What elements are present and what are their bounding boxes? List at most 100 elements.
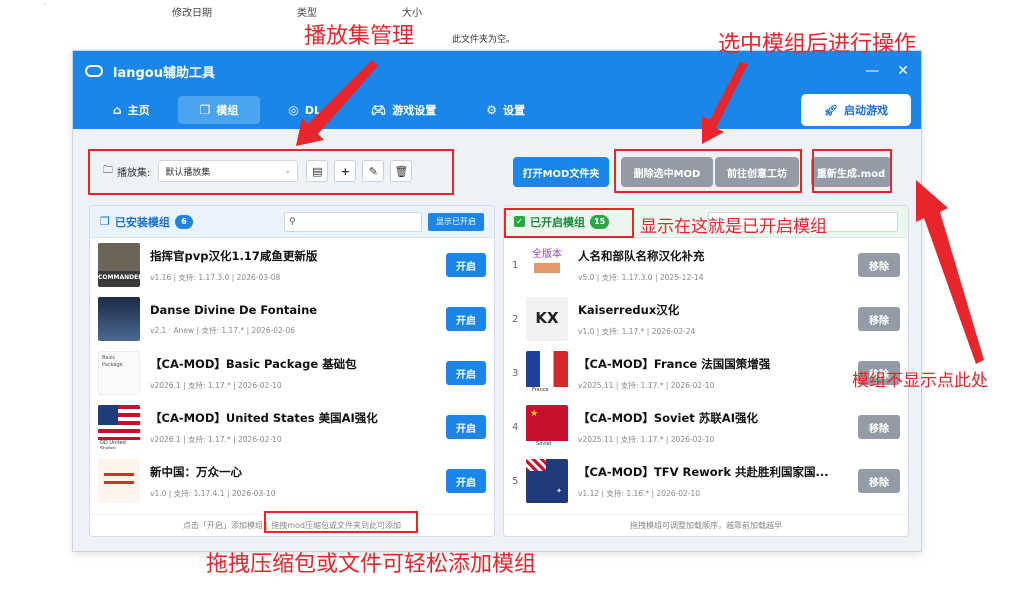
tab-game-settings[interactable]: 🎮︎ 游戏设置	[349, 96, 458, 124]
mod-meta: v2025.11 | 支持: 1.17.* | 2026-02-10	[578, 434, 715, 444]
folder-icon: 🗀	[103, 164, 113, 176]
minimize-button[interactable]: —	[865, 63, 879, 79]
go-to-workshop-button[interactable]: 前往创意工坊	[715, 157, 799, 187]
mod-thumbnail: France	[526, 351, 568, 395]
enabled-row[interactable]: 5 ✦ 【CA-MOD】TFV Rework 共赴胜利国家国... v1.12 …	[504, 454, 908, 508]
mod-title: Danse Divine De Fontaine	[150, 302, 318, 317]
mod-thumbnail: COMMANDERS	[98, 243, 140, 287]
chevron-down-icon: ⌄	[283, 166, 292, 176]
tab-dl-label: DL	[304, 103, 321, 117]
installed-row[interactable]: Basic Package 【CA-MOD】Basic Package 基础包 …	[90, 346, 494, 400]
rocket-icon: 🚀︎	[824, 103, 838, 117]
mod-title: Kaiserredux汉化	[578, 302, 680, 317]
thumb-text: 全版本	[532, 249, 562, 260]
mod-meta: v2.1 · Anew | 支持: 1.17.* | 2026-02-06	[150, 325, 296, 335]
mod-meta: v1.16 | 支持: 1.17.3.0 | 2026-03-08	[150, 272, 281, 282]
delete-playset-button[interactable]: 🗑︎	[390, 160, 413, 182]
tab-home[interactable]: ⌂ 主页	[91, 96, 172, 124]
gamepad-icon	[85, 65, 103, 77]
playset-label: 🗀 播放集:	[103, 163, 150, 180]
mod-thumbnail: 全版本	[526, 243, 568, 287]
enabled-mods-panel: ✓ 已开启模组 15 1 全版本 人名和部队名称汉化补充 v5.0 | 支持: …	[503, 205, 909, 537]
mod-meta: v5.0 | 支持: 1.17.3.0 | 2025-12-14	[578, 272, 704, 282]
installed-row[interactable]: OD United States 【CA-MOD】United States 美…	[90, 400, 494, 454]
enabled-footer: 拖拽模组可调整加载顺序，越靠前加载越早	[504, 514, 908, 536]
mod-title: 【CA-MOD】Basic Package 基础包	[150, 356, 357, 371]
mod-title: 【CA-MOD】United States 美国AI强化	[150, 410, 378, 425]
tab-home-label: 主页	[127, 104, 150, 117]
installed-title: ❐ 已安装模组 6	[100, 214, 193, 230]
trash-icon: 🗑︎	[394, 164, 409, 178]
col-modified-date[interactable]: 修改日期	[172, 4, 212, 19]
mod-meta: v1.0 | 支持: 1.17.* | 2026-02-24	[578, 326, 696, 336]
delete-selected-mods-button[interactable]: 删除选中MOD	[621, 157, 713, 187]
installed-row[interactable]: Danse Divine De Fontaine v2.1 · Anew | 支…	[90, 292, 494, 346]
open-mod-folder-button[interactable]: 打开MOD文件夹	[513, 157, 609, 187]
load-order-number: 2	[512, 313, 519, 325]
explorer-mark: ·	[44, 0, 47, 9]
mod-title: 人名和部队名称汉化补充	[578, 248, 705, 263]
installed-row[interactable]: 新中国：万众一心 v1.0 | 支持: 1.17.4.1 | 2026-03-1…	[90, 454, 494, 508]
annotation-drag-add: 拖拽压缩包或文件可轻松添加模组	[206, 552, 537, 577]
installed-row[interactable]: COMMANDERS 指挥官pvp汉化1.17咸鱼更新版 v1.16 | 支持:…	[90, 238, 494, 292]
plus-icon: +	[340, 164, 350, 178]
mod-title: 新中国：万众一心	[150, 464, 242, 479]
checkbox-icon: ✓	[514, 216, 525, 227]
enabled-row[interactable]: 4 ★ Soviet 【CA-MOD】Soviet 苏联AI强化 v2025.1…	[504, 400, 908, 454]
nav-bar: ⌂ 主页 ❐ 模组 ◎ DL 🎮︎ 游戏设置 ⚙ 设置 🚀︎ 启动游戏	[73, 91, 921, 129]
thumb-text: KX	[535, 309, 559, 327]
tab-game-settings-label: 游戏设置	[392, 104, 437, 117]
tab-settings-label: 设置	[502, 104, 525, 117]
col-type[interactable]: 类型	[297, 4, 317, 19]
drag-drop-zone[interactable]: 拖拽mod压缩包或文件夹到此可添加	[271, 520, 401, 531]
thumb-text: COMMANDERS	[98, 274, 140, 281]
installed-mods-panel: ❐ 已安装模组 6 ⚲ 显示已开启 COMMANDERS 指挥官pvp汉化1.1…	[89, 205, 495, 537]
mod-thumbnail: Basic Package	[98, 351, 140, 395]
remove-button[interactable]: 移除	[858, 253, 900, 277]
arrow-regen	[916, 180, 984, 364]
annotation-playset-mgmt: 播放集管理	[304, 24, 415, 49]
remove-button[interactable]: 移除	[858, 307, 900, 331]
thumb-text: France	[526, 387, 568, 395]
enabled-row[interactable]: 1 全版本 人名和部队名称汉化补充 v5.0 | 支持: 1.17.3.0 | …	[504, 238, 908, 292]
playset-bar: 🗀 播放集: 默认播放集 ⌄ ▤ + ✎ 🗑︎ 打开MOD文件夹 删除选中MOD…	[89, 151, 909, 191]
remove-button[interactable]: 移除	[858, 469, 900, 493]
enabled-row[interactable]: 2 KX Kaiserredux汉化 v1.0 | 支持: 1.17.* | 2…	[504, 292, 908, 346]
tab-dl[interactable]: ◎ DL	[266, 96, 343, 124]
enable-button[interactable]: 开启	[446, 253, 486, 277]
mod-title: 【CA-MOD】TFV Rework 共赴胜利国家国...	[578, 464, 829, 479]
tab-mods[interactable]: ❐ 模组	[177, 96, 261, 124]
enable-button[interactable]: 开启	[446, 469, 486, 493]
tab-settings[interactable]: ⚙ 设置	[464, 96, 547, 124]
annotation-select-ops: 选中模组后进行操作	[718, 32, 917, 57]
playset-label-text: 播放集:	[117, 167, 151, 179]
installed-search-input[interactable]: ⚲	[284, 211, 422, 232]
copy-playset-button[interactable]: ▤	[306, 160, 329, 182]
home-icon: ⌂	[113, 103, 122, 117]
close-button[interactable]: ✕	[897, 63, 909, 79]
load-order-number: 1	[512, 259, 519, 271]
mod-meta: v2025.11 | 支持: 1.17.* | 2026-02-10	[578, 380, 715, 390]
playset-selected: 默认播放集	[165, 167, 211, 178]
enabled-row[interactable]: 3 France 【CA-MOD】France 法国国策增强 v2025.11 …	[504, 346, 908, 400]
rename-playset-button[interactable]: ✎	[362, 160, 385, 182]
col-size[interactable]: 大小	[402, 4, 422, 19]
enabled-title-text: 已开启模组	[530, 215, 585, 229]
playset-select[interactable]: 默认播放集 ⌄	[158, 160, 299, 182]
cube-icon: ❐	[100, 215, 110, 228]
show-enabled-button[interactable]: 显示已开启	[428, 212, 484, 231]
launch-game-button[interactable]: 🚀︎ 启动游戏	[801, 94, 911, 126]
add-playset-button[interactable]: +	[334, 160, 357, 182]
app-window: langou辅助工具 — ✕ ⌂ 主页 ❐ 模组 ◎ DL 🎮︎ 游戏设置 ⚙ …	[72, 50, 922, 552]
enable-button[interactable]: 开启	[446, 415, 486, 439]
installed-panel-header: ❐ 已安装模组 6 ⚲ 显示已开启	[90, 206, 494, 238]
mod-thumbnail: ✦	[526, 459, 568, 503]
load-order-number: 4	[512, 421, 519, 433]
remove-button[interactable]: 移除	[858, 415, 900, 439]
regenerate-mod-button[interactable]: 重新生成.mod	[811, 157, 891, 187]
enable-button[interactable]: 开启	[446, 361, 486, 385]
download-icon: ◎	[288, 103, 299, 117]
enable-button[interactable]: 开启	[446, 307, 486, 331]
load-order-number: 3	[512, 367, 519, 379]
installed-footer-hint: 点击「开启」添加模组 |	[182, 521, 269, 530]
